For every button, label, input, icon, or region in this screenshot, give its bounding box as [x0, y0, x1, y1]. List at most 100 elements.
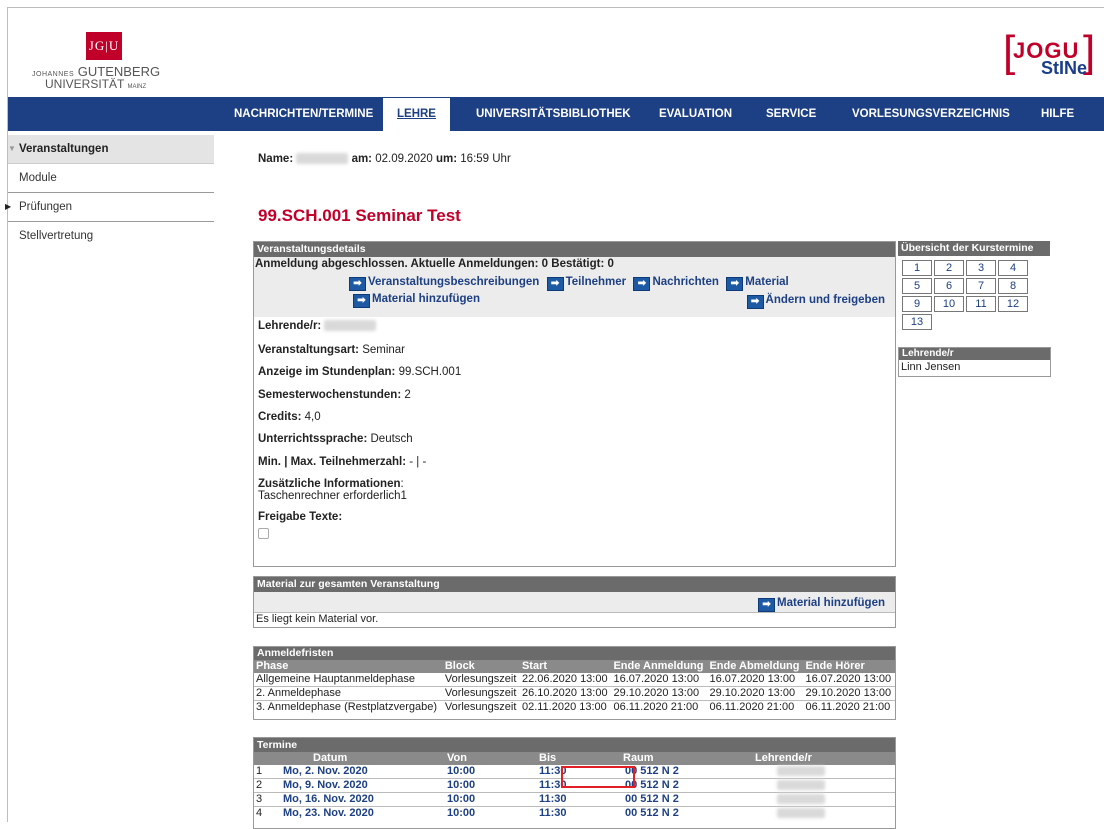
arrow-right-icon: ➡ — [353, 294, 370, 308]
kurstermin-link[interactable]: 9 — [902, 296, 932, 312]
kurstermin-link[interactable]: 10 — [934, 296, 964, 312]
field-teilnehmerzahl: Min. | Max. Teilnehmerzahl: - | - — [258, 456, 427, 468]
kurstermin-link[interactable]: 13 — [902, 314, 932, 330]
kurstermin-link[interactable]: 1 — [902, 260, 932, 276]
logo-mark: JG|U — [86, 32, 122, 60]
details-panel: Veranstaltungsdetails Anmeldung abgeschl… — [253, 241, 896, 567]
sidebar-item-stellvertretung[interactable]: Stellvertretung — [8, 222, 214, 250]
arrow-right-icon: ➡ — [349, 277, 366, 291]
field-veranstaltungsart: Veranstaltungsart: Seminar — [258, 344, 406, 356]
material-panel: Material zur gesamten Veranstaltung ➡ Mat… — [253, 576, 896, 628]
nachrichten-button[interactable]: ➡ Nachrichten — [633, 276, 719, 291]
kurstermin-link[interactable]: 4 — [998, 260, 1028, 276]
nav-lehre[interactable]: LEHRE — [383, 98, 450, 131]
material-hinzufuegen-button-2[interactable]: ➡ Material hinzufügen — [758, 597, 885, 612]
field-semesterwochenstunden: Semesterwochenstunden: 2 — [258, 389, 411, 401]
nav-hilfe[interactable]: HILFE — [1041, 97, 1074, 131]
kurstermine-panel: Übersicht der Kurstermine 1234 5678 9 10 1… — [898, 241, 1050, 330]
material-panel-header: Material zur gesamten Veranstaltung — [254, 577, 895, 592]
anmeldefristen-header: Anmeldefristen — [254, 647, 895, 660]
nav-service[interactable]: SERVICE — [766, 97, 816, 131]
field-zusaetzliche-info: Zusätzliche Informationen: Taschenrechner… — [258, 478, 407, 502]
termin-datum[interactable]: Mo, 16. Nov. 2020 — [268, 793, 445, 807]
lehrende-redacted: x — [324, 320, 377, 332]
arrow-right-icon: ➡ — [758, 598, 776, 612]
table-row: 2. Anmeldephase Vorlesungszeit 26.10.2020 … — [254, 687, 895, 701]
table-row: 3 Mo, 16. Nov. 2020 10:00 11:30 00 512 N… — [254, 793, 895, 807]
kurstermine-grid: 1234 5678 9 10 11 12 13 — [900, 258, 1030, 332]
col-von: Von — [447, 752, 467, 764]
user-name-redacted: x — [296, 153, 349, 165]
termin-lehrende-redacted: x — [777, 766, 825, 777]
logo-text-line2: UNIVERSITÄT MAINZ — [45, 77, 147, 91]
jogustine-logo[interactable]: [ JOGU ] StINe — [1003, 30, 1098, 90]
veranstaltungsbeschreibungen-button[interactable]: ➡ Veranstaltungsbeschreibungen — [349, 276, 539, 291]
lehrende-panel: Lehrende/r Linn Jensen — [898, 347, 1051, 377]
sidebar-item-veranstaltungen[interactable]: ▼ Veranstaltungen — [8, 135, 214, 164]
registration-status: Anmeldung abgeschlossen. Aktuelle Anmeld… — [255, 258, 614, 270]
triangle-right-icon: ▶ — [5, 202, 12, 211]
termin-raum[interactable]: 00 512 N 2 — [611, 807, 755, 821]
table-row: 4 Mo, 23. Nov. 2020 10:00 11:30 00 512 N… — [254, 807, 895, 821]
field-anzeige-stundenplan: Anzeige im Stundenplan: 99.SCH.001 — [258, 366, 462, 378]
arrow-right-icon: ➡ — [633, 277, 651, 291]
kurstermine-header: Übersicht der Kurstermine — [898, 241, 1050, 256]
teilnehmer-button[interactable]: ➡ Teilnehmer — [546, 276, 626, 291]
kurstermin-link[interactable]: 3 — [966, 260, 996, 276]
col-datum: Datum — [313, 752, 348, 764]
col-raum: Raum — [623, 752, 654, 764]
material-hinzufuegen-button[interactable]: ➡ Material hinzufügen — [353, 293, 480, 308]
nav-universitaetsbibliothek[interactable]: UNIVERSITÄTSBIBLIOTHEK — [476, 97, 631, 131]
aendern-freigeben-button[interactable]: ➡ Ändern und freigeben — [746, 294, 885, 309]
main-nav: NACHRICHTEN/TERMINE LEHRE UNIVERSITÄTSBI… — [8, 97, 1104, 131]
session-info: Name: x am: 02.09.2020 um: 16:59 Uhr — [258, 153, 511, 165]
field-freigabe-texte: Freigabe Texte: — [258, 511, 343, 523]
nav-evaluation[interactable]: EVALUATION — [659, 97, 732, 131]
details-panel-header: Veranstaltungsdetails — [254, 242, 895, 257]
arrow-right-icon: ➡ — [746, 295, 764, 309]
termin-datum[interactable]: Mo, 9. Nov. 2020 — [268, 779, 445, 793]
termin-datum[interactable]: Mo, 2. Nov. 2020 — [268, 765, 445, 779]
material-empty-text: Es liegt kein Material vor. — [256, 613, 379, 625]
header: JG|U JOHANNES GUTENBERG UNIVERSITÄT MAIN… — [8, 8, 1104, 96]
table-row: Allgemeine Hauptanmeldephase Vorlesungsze… — [254, 673, 895, 687]
col-ende-hoerer: Ende Hörer — [805, 660, 865, 672]
termin-lehrende-redacted: x — [777, 808, 825, 819]
kurstermin-link[interactable]: 2 — [934, 260, 964, 276]
kurstermin-link[interactable]: 8 — [998, 278, 1028, 294]
lehrende-name: Linn Jensen — [901, 361, 961, 373]
col-block: Block — [444, 660, 475, 672]
termine-header: Termine — [254, 738, 895, 752]
nav-vorlesungsverzeichnis[interactable]: VORLESUNGSVERZEICHNIS — [852, 97, 1010, 131]
kurstermin-link[interactable]: 7 — [966, 278, 996, 294]
anmeldefristen-table: Phase Block Start Ende Anmeldung Ende Ab… — [254, 660, 895, 714]
material-button[interactable]: ➡ Material — [726, 276, 789, 291]
kurstermin-link[interactable]: 11 — [966, 296, 996, 312]
nav-nachrichten-termine[interactable]: NACHRICHTEN/TERMINE — [234, 97, 373, 131]
col-ende-anmeldung: Ende Anmeldung — [613, 660, 704, 672]
kurstermin-link[interactable]: 5 — [902, 278, 932, 294]
kurstermin-link[interactable]: 6 — [934, 278, 964, 294]
kurstermin-link[interactable]: 12 — [998, 296, 1028, 312]
col-ende-abmeldung: Ende Abmeldung — [709, 660, 800, 672]
col-bis: Bis — [539, 752, 557, 764]
sidebar-item-pruefungen[interactable]: ▶ Prüfungen — [5, 193, 214, 222]
sidebar-item-module[interactable]: Module — [8, 164, 214, 193]
col-start: Start — [521, 660, 548, 672]
table-row: 3. Anmeldephase (Restplatzvergabe) Vorles… — [256, 701, 891, 713]
termin-datum[interactable]: Mo, 23. Nov. 2020 — [268, 807, 445, 821]
field-credits: Credits: 4,0 — [258, 411, 321, 423]
termin-raum[interactable]: 00 512 N 2 — [611, 793, 755, 807]
sidebar: ▼ Veranstaltungen Module ▶ Prüfungen Stell… — [5, 135, 214, 250]
termin-lehrende-redacted: x — [777, 794, 825, 805]
lehrende-panel-header: Lehrende/r — [899, 348, 1050, 360]
university-logo[interactable]: JG|U JOHANNES GUTENBERG UNIVERSITÄT MAIN… — [32, 32, 160, 91]
arrow-right-icon: ➡ — [726, 277, 744, 291]
field-lehrende: Lehrende/r: x — [258, 320, 377, 332]
anmeldefristen-panel: Anmeldefristen Phase Block Start Ende An… — [253, 646, 896, 720]
field-unterrichtssprache: Unterrichtssprache: Deutsch — [258, 433, 413, 445]
arrow-right-icon: ➡ — [546, 277, 564, 291]
room-highlight-box — [561, 766, 635, 788]
freigabe-checkbox[interactable] — [258, 528, 269, 539]
page-title: 99.SCH.001 Seminar Test — [258, 206, 461, 225]
